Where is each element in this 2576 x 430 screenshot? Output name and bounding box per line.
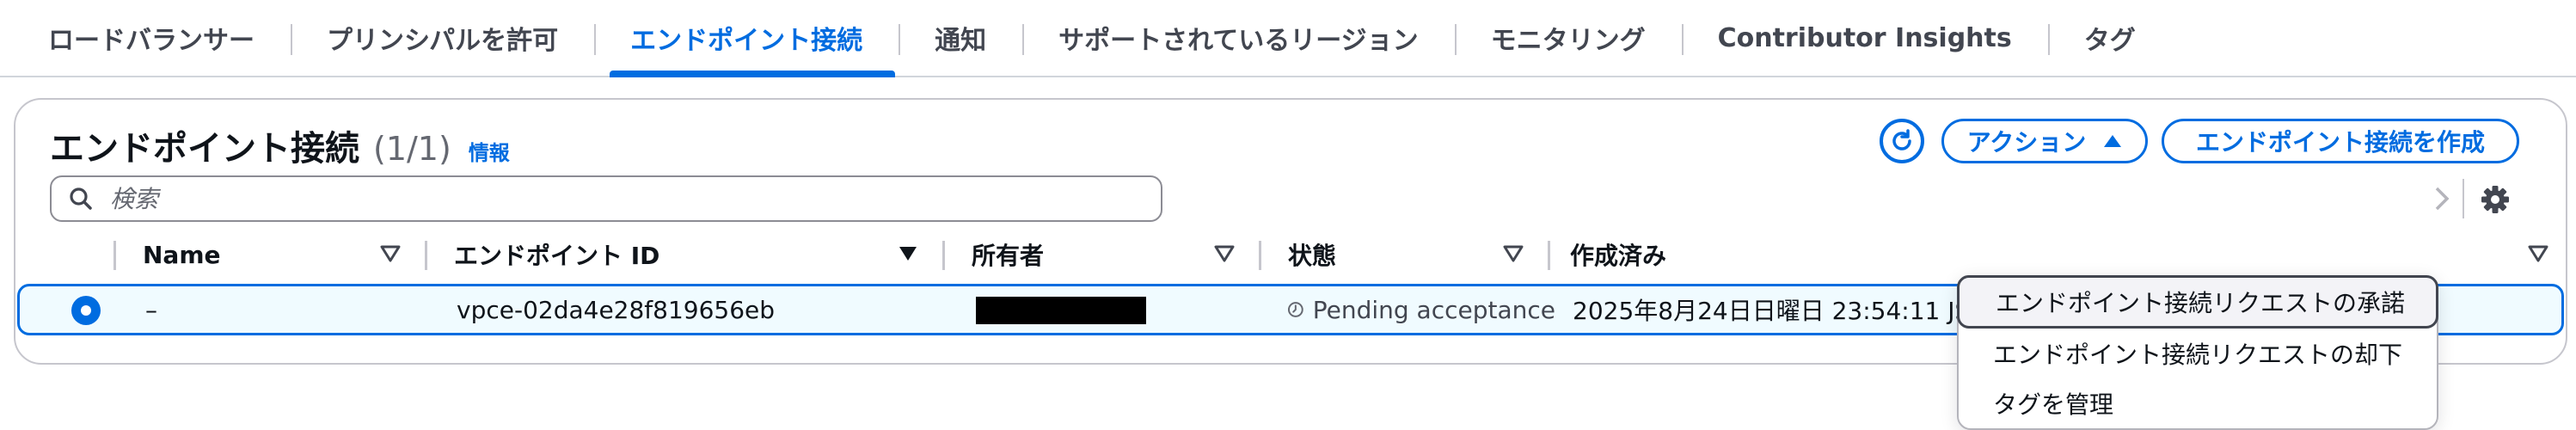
- cell-endpoint-id: vpce-02da4e28f819656eb: [457, 295, 776, 324]
- row-select-radio[interactable]: [71, 296, 101, 325]
- tab-load-balancers[interactable]: ロードバランサー: [0, 0, 291, 76]
- column-divider: [425, 241, 427, 270]
- tab-monitoring[interactable]: モニタリング: [1454, 0, 1682, 76]
- next-page-icon[interactable]: [2433, 186, 2450, 212]
- sort-icon[interactable]: [380, 244, 401, 263]
- cell-owner-redacted: [976, 297, 1146, 324]
- actions-button-label: アクション: [1966, 128, 2087, 157]
- cell-name: –: [145, 295, 157, 324]
- column-divider: [113, 241, 116, 270]
- column-header-created[interactable]: 作成済み: [1570, 234, 1666, 275]
- panel-header: エンドポイント接続 (1/1) 情報: [50, 120, 510, 172]
- tab-contributor-insights[interactable]: Contributor Insights: [1681, 0, 2048, 76]
- cell-state: Pending acceptance: [1287, 286, 1555, 333]
- cell-created: 2025年8月24日日曜日 23:54:11 JS: [1573, 297, 1971, 325]
- table-header: Name エンドポイント ID 所有者 状態 作成済み: [15, 234, 2566, 275]
- column-header-owner[interactable]: 所有者: [972, 234, 1044, 275]
- refresh-button[interactable]: [1880, 119, 1924, 163]
- item-count: (1/1): [373, 130, 451, 168]
- column-divider: [1259, 241, 1261, 270]
- menu-item-accept-request[interactable]: エンドポイント接続リクエストの承諾: [1957, 275, 2438, 329]
- sort-icon[interactable]: [1503, 244, 1524, 263]
- tab-supported-regions[interactable]: サポートされているリージョン: [1022, 0, 1455, 76]
- actions-dropdown-menu: エンドポイント接続リクエストの承諾 エンドポイント接続リクエストの却下 タグを管…: [1957, 275, 2438, 430]
- caret-up-icon: [2104, 135, 2122, 147]
- search-input[interactable]: [108, 183, 1058, 214]
- tab-endpoint-connections[interactable]: エンドポイント接続: [594, 0, 899, 77]
- pending-clock-icon: [1287, 302, 1303, 317]
- info-link[interactable]: 情報: [469, 136, 510, 166]
- tab-notifications[interactable]: 通知: [899, 0, 1022, 76]
- search-box: [50, 175, 1162, 222]
- column-divider: [942, 241, 945, 270]
- panel-title: エンドポイント接続: [50, 129, 359, 169]
- state-text: Pending acceptance: [1312, 295, 1555, 324]
- column-divider: [1548, 241, 1550, 270]
- sort-icon[interactable]: [1214, 244, 1235, 263]
- menu-item-reject-request[interactable]: エンドポイント接続リクエストの却下: [1959, 329, 2437, 378]
- create-endpoint-connection-button[interactable]: エンドポイント接続を作成: [2162, 119, 2519, 163]
- actions-button[interactable]: アクション: [1941, 119, 2148, 163]
- tab-bar: ロードバランサー プリンシパルを許可 エンドポイント接続 通知 サポートされてい…: [0, 0, 2576, 77]
- tab-allow-principals[interactable]: プリンシパルを許可: [291, 0, 594, 76]
- sort-icon[interactable]: [2528, 244, 2548, 263]
- menu-item-manage-tags[interactable]: タグを管理: [1959, 378, 2437, 428]
- refresh-icon: [1892, 129, 1911, 150]
- settings-gear-icon[interactable]: [2478, 182, 2512, 217]
- column-header-state[interactable]: 状態: [1288, 234, 1336, 275]
- search-icon: [70, 187, 92, 210]
- tab-tags[interactable]: タグ: [2047, 0, 2172, 76]
- column-header-endpoint-id[interactable]: エンドポイント ID: [454, 234, 659, 275]
- sort-descending-icon[interactable]: [898, 244, 918, 263]
- toolbar-divider: [2463, 179, 2464, 218]
- endpoint-connections-panel: エンドポイント接続 (1/1) 情報 アクション エンドポイント接続を作成 検索…: [14, 98, 2567, 430]
- column-header-name[interactable]: Name: [143, 234, 221, 275]
